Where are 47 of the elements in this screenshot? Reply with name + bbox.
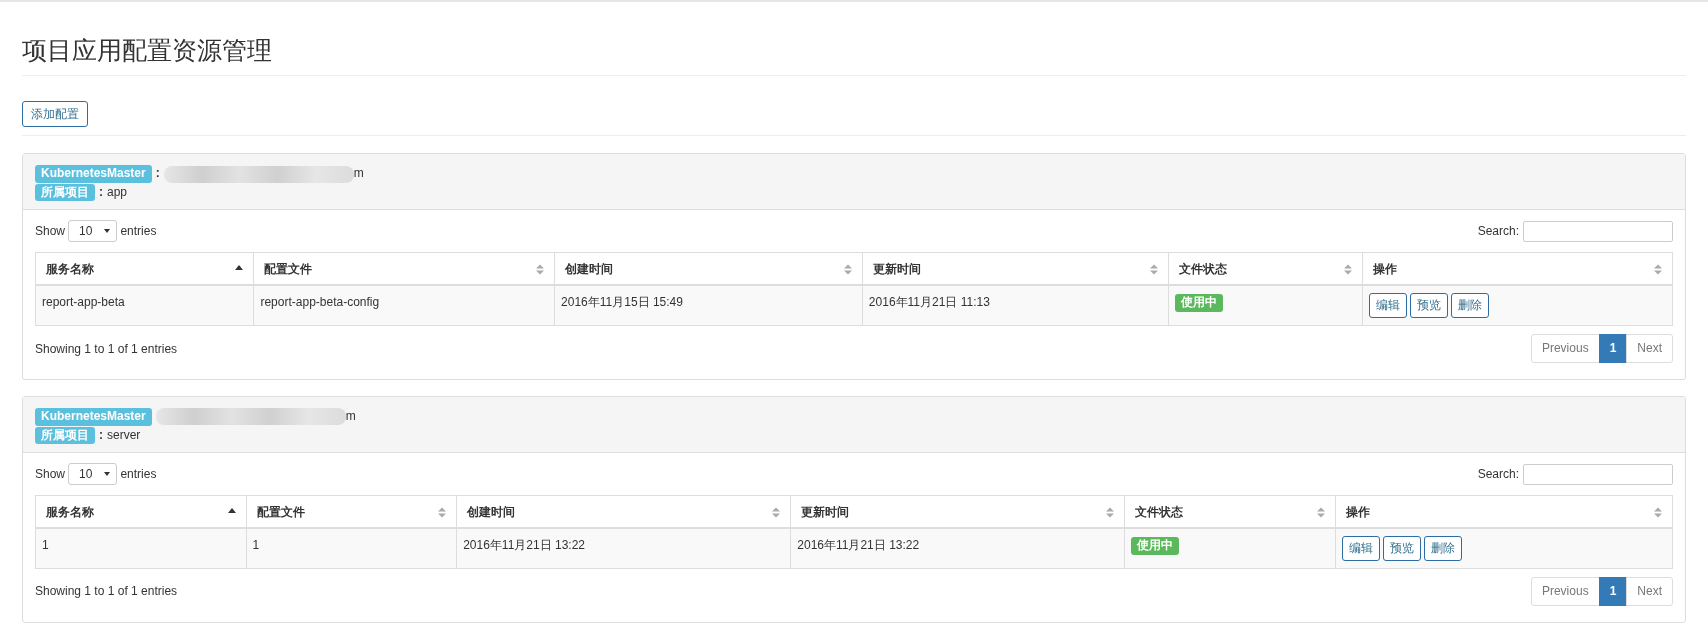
preview-button[interactable]: 预览	[1383, 536, 1421, 562]
show-label: Show	[35, 466, 66, 484]
table-cell: report-app-beta	[35, 285, 254, 326]
table-cell: 1	[246, 528, 457, 569]
colon: :	[99, 427, 103, 442]
search-field[interactable]	[1523, 221, 1673, 242]
entries-label: entries	[120, 223, 157, 241]
edit-button[interactable]: 编辑	[1342, 536, 1380, 562]
colon: :	[155, 166, 160, 181]
master-label: KubernetesMaster	[35, 408, 152, 426]
project-name: app	[107, 184, 128, 199]
previous-button[interactable]: Previous	[1530, 577, 1600, 606]
preview-button[interactable]: 预览	[1409, 293, 1448, 319]
entries-label: entries	[120, 466, 157, 484]
status-badge: 使用中	[1131, 537, 1180, 555]
table-cell: 2016年11月21日 13:22	[456, 528, 791, 569]
project-label: 所属项目	[35, 426, 95, 445]
table-cell: 2016年11月21日 13:22	[790, 528, 1125, 569]
project-name: server	[107, 427, 141, 442]
next-button[interactable]: Next	[1626, 577, 1673, 606]
delete-button[interactable]: 删除	[1424, 536, 1462, 562]
edit-button[interactable]: 编辑	[1368, 293, 1407, 319]
table-cell: 2016年11月21日 11:13	[862, 285, 1169, 326]
table-info: Showing 1 to 1 of 1 entries	[35, 583, 178, 601]
next-button[interactable]: Next	[1626, 334, 1673, 364]
master-host: m	[353, 166, 364, 181]
master-host: m	[345, 409, 356, 424]
page-title: 项目应用配置资源管理	[22, 34, 1686, 76]
search-label: Search:	[1477, 466, 1519, 484]
show-label: Show	[35, 223, 66, 241]
search-field[interactable]	[1523, 463, 1673, 485]
add-config-button[interactable]: 添加配置	[22, 100, 88, 128]
master-label: KubernetesMaster	[35, 165, 152, 183]
colon: :	[99, 184, 103, 199]
table-cell: 1	[35, 528, 247, 569]
page-length-select[interactable]: 10	[68, 463, 118, 486]
table-info: Showing 1 to 1 of 1 entries	[35, 340, 178, 358]
page-length-select[interactable]: 10	[68, 220, 118, 243]
table-cell: 2016年11月15日 15:49	[554, 285, 863, 326]
status-badge: 使用中	[1174, 294, 1223, 313]
delete-button[interactable]: 删除	[1450, 293, 1489, 319]
caret-icon	[104, 229, 111, 234]
project-label: 所属项目	[35, 183, 95, 202]
table-cell: report-app-beta-config	[253, 285, 555, 326]
caret-icon	[104, 472, 111, 477]
search-label: Search:	[1477, 223, 1519, 241]
previous-button[interactable]: Previous	[1530, 334, 1600, 364]
